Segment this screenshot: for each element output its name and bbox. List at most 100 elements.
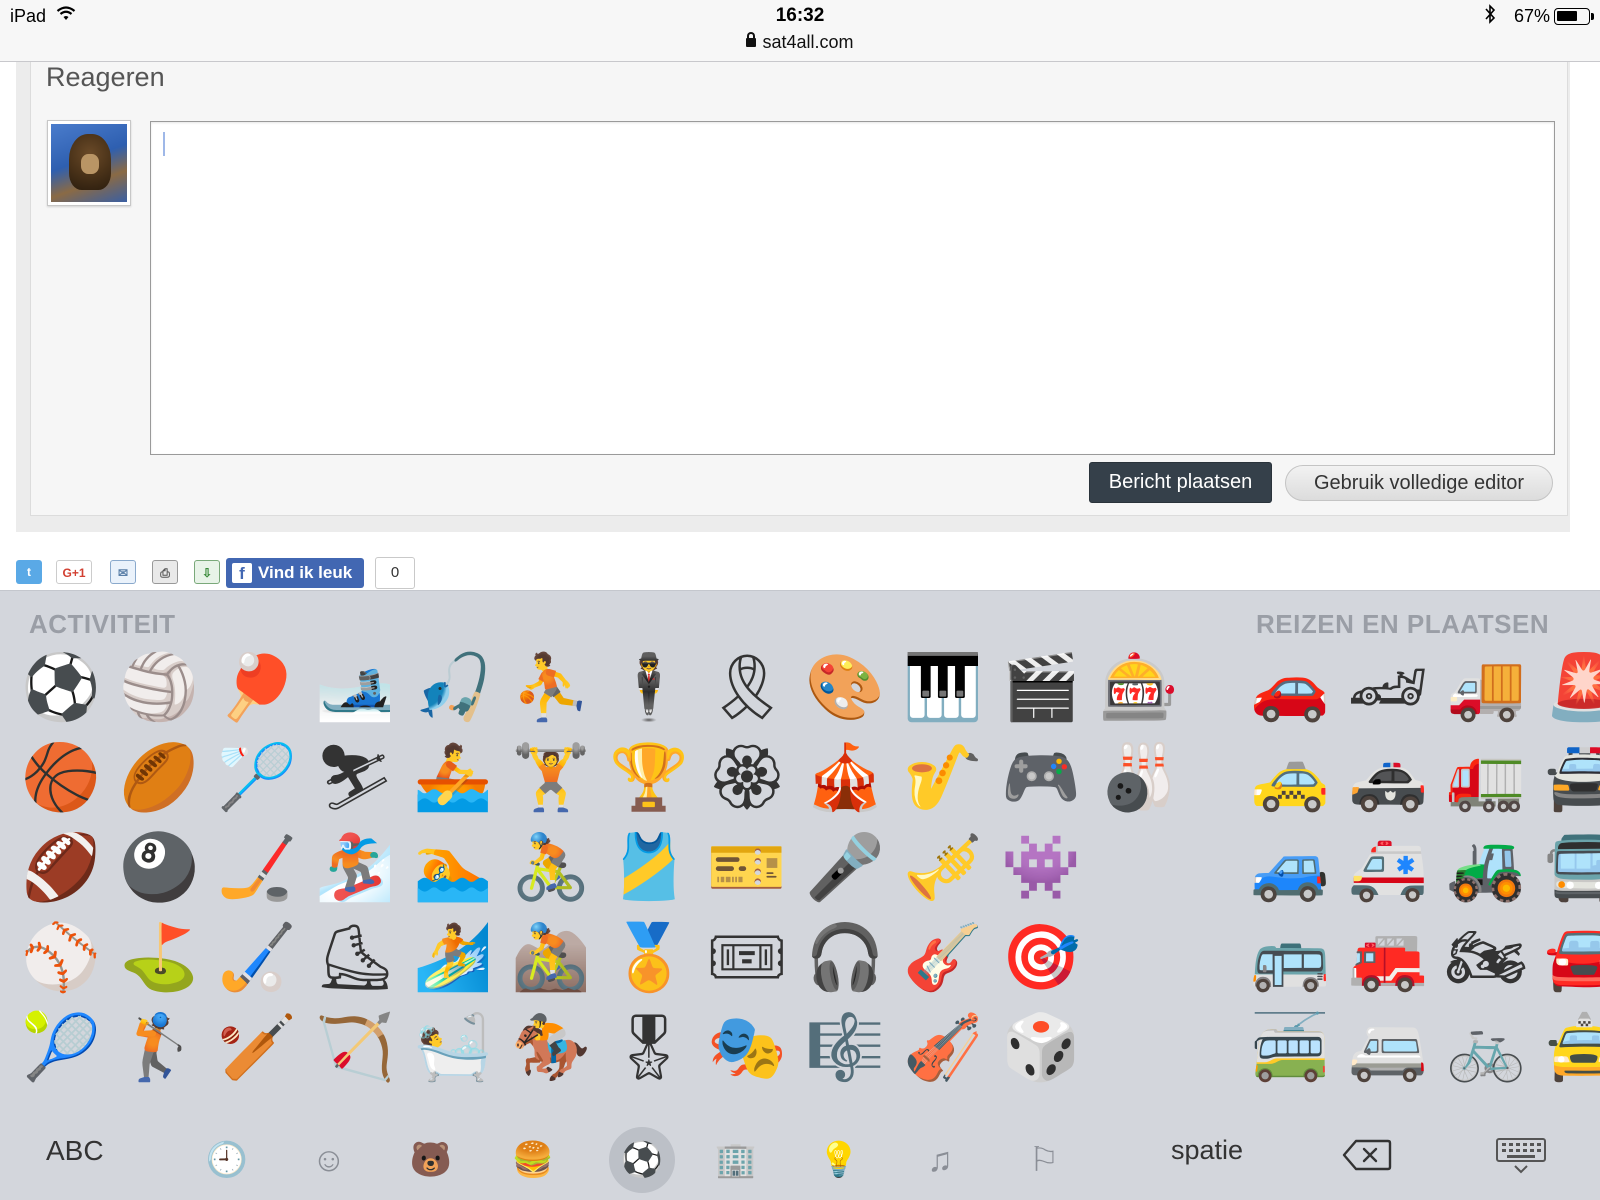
- activity-emoji-key[interactable]: 🚣: [404, 733, 502, 823]
- symbols-icon[interactable]: ♫: [907, 1127, 973, 1193]
- facebook-like-button[interactable]: f Vind ik leuk: [226, 558, 364, 588]
- travel-emoji-key[interactable]: 🚐: [1339, 1003, 1437, 1093]
- activity-emoji-key[interactable]: 🎾: [12, 1003, 110, 1093]
- activity-emoji-key[interactable]: 🎫: [698, 823, 796, 913]
- objects-icon[interactable]: 💡: [806, 1127, 872, 1193]
- activity-emoji-key[interactable]: 🏒: [208, 823, 306, 913]
- activity-emoji-key[interactable]: 🎲: [992, 1003, 1090, 1093]
- activity-emoji-key[interactable]: 🏵: [698, 733, 796, 823]
- activity-emoji-key[interactable]: 🏑: [208, 913, 306, 1003]
- activity-emoji-key[interactable]: 🎮: [992, 733, 1090, 823]
- hide-keyboard-icon[interactable]: [1495, 1137, 1547, 1175]
- travel-emoji-key[interactable]: 🚗: [1241, 643, 1339, 733]
- full-editor-button[interactable]: Gebruik volledige editor: [1285, 465, 1553, 501]
- activity-emoji-key[interactable]: ⚾: [12, 913, 110, 1003]
- activity-emoji-key[interactable]: ⛸: [306, 913, 404, 1003]
- abc-key[interactable]: ABC: [46, 1135, 104, 1167]
- activity-emoji-key[interactable]: 🎬: [992, 643, 1090, 733]
- print-icon[interactable]: ⎙: [152, 560, 178, 584]
- download-icon[interactable]: ⇩: [194, 560, 220, 584]
- activity-emoji-key[interactable]: 👾: [992, 823, 1090, 913]
- travel-emoji-key[interactable]: 🚓: [1339, 733, 1437, 823]
- activity-emoji-key[interactable]: ⛳: [110, 913, 208, 1003]
- backspace-icon[interactable]: [1342, 1139, 1392, 1171]
- activity-emoji-key[interactable]: 🎽: [600, 823, 698, 913]
- activity-emoji-key[interactable]: 🎗: [698, 643, 796, 733]
- animal-icon[interactable]: 🐻: [398, 1127, 464, 1193]
- travel-emoji-key[interactable]: 🚛: [1437, 733, 1535, 823]
- activity-emoji-key[interactable]: 🎖: [600, 1003, 698, 1093]
- activity-emoji-key[interactable]: 🎿: [306, 643, 404, 733]
- travel-emoji-key[interactable]: 🚕: [1241, 733, 1339, 823]
- activity-emoji-key[interactable]: 🎟: [698, 913, 796, 1003]
- space-key[interactable]: spatie: [1171, 1135, 1243, 1166]
- travel-emoji-key[interactable]: 🚍: [1535, 823, 1600, 913]
- mail-icon[interactable]: ✉: [110, 560, 136, 584]
- food-icon[interactable]: 🍔: [500, 1127, 566, 1193]
- recent-icon[interactable]: 🕘: [194, 1127, 260, 1193]
- activity-emoji-key[interactable]: 🎯: [992, 913, 1090, 1003]
- activity-emoji-key[interactable]: ⛹: [502, 643, 600, 733]
- activity-emoji-key[interactable]: 🎼: [796, 1003, 894, 1093]
- activity-emoji-key[interactable]: 🏉: [110, 733, 208, 823]
- activity-emoji-key[interactable]: 🏐: [110, 643, 208, 733]
- activity-emoji-key[interactable]: 🎰: [1090, 643, 1188, 733]
- activity-emoji-key[interactable]: 🚵: [502, 913, 600, 1003]
- activity-emoji-key[interactable]: 🎱: [110, 823, 208, 913]
- reply-textarea[interactable]: [150, 121, 1555, 455]
- travel-emoji-key[interactable]: 🚒: [1339, 913, 1437, 1003]
- activity-emoji-key[interactable]: ⚽: [12, 643, 110, 733]
- travel-emoji-key[interactable]: 🏍: [1437, 913, 1535, 1003]
- activity-emoji-key[interactable]: 🏹: [306, 1003, 404, 1093]
- travel-emoji-key[interactable]: 🏎: [1339, 643, 1437, 733]
- post-reply-button[interactable]: Bericht plaatsen: [1089, 462, 1272, 503]
- travel-emoji-key[interactable]: 🚨: [1535, 643, 1600, 733]
- activity-emoji-key[interactable]: 🏅: [600, 913, 698, 1003]
- travel-emoji-key[interactable]: 🚙: [1241, 823, 1339, 913]
- activity-emoji-key[interactable]: 🏸: [208, 733, 306, 823]
- travel-emoji-key[interactable]: 🚖: [1535, 1003, 1600, 1093]
- activity-icon[interactable]: ⚽: [609, 1127, 675, 1193]
- travel-emoji-key[interactable]: 🚔: [1535, 733, 1600, 823]
- activity-emoji-key[interactable]: 🛀: [404, 1003, 502, 1093]
- activity-emoji-key[interactable]: 🏌: [110, 1003, 208, 1093]
- activity-emoji-key[interactable]: 🏄: [404, 913, 502, 1003]
- google-plus-icon[interactable]: G+1: [56, 560, 92, 584]
- activity-emoji-key[interactable]: 🕴: [600, 643, 698, 733]
- activity-emoji-key[interactable]: 🎧: [796, 913, 894, 1003]
- travel-emoji-key[interactable]: 🚜: [1437, 823, 1535, 913]
- activity-emoji-key[interactable]: 🎨: [796, 643, 894, 733]
- travel-emoji-key[interactable]: 🚑: [1339, 823, 1437, 913]
- activity-emoji-key[interactable]: 🏆: [600, 733, 698, 823]
- activity-emoji-key[interactable]: 🎳: [1090, 733, 1188, 823]
- smiley-icon[interactable]: ☺: [296, 1127, 362, 1193]
- activity-emoji-key[interactable]: 🎺: [894, 823, 992, 913]
- activity-emoji-key[interactable]: 🎤: [796, 823, 894, 913]
- activity-emoji-key[interactable]: ⛷: [306, 733, 404, 823]
- travel-emoji-key[interactable]: 🚲: [1437, 1003, 1535, 1093]
- activity-emoji-key[interactable]: 🏓: [208, 643, 306, 733]
- travel-emoji-key[interactable]: 🚌: [1241, 913, 1339, 1003]
- activity-emoji-key[interactable]: 🎹: [894, 643, 992, 733]
- activity-emoji-key[interactable]: 🚴: [502, 823, 600, 913]
- activity-emoji-key[interactable]: 🎸: [894, 913, 992, 1003]
- activity-emoji-key[interactable]: 🎪: [796, 733, 894, 823]
- travel-icon[interactable]: 🏢: [703, 1127, 769, 1193]
- travel-emoji-key[interactable]: 🚘: [1535, 913, 1600, 1003]
- activity-emoji-key[interactable]: 🏂: [306, 823, 404, 913]
- address-bar[interactable]: sat4all.com: [0, 32, 1600, 53]
- twitter-icon[interactable]: t: [16, 560, 42, 584]
- activity-emoji-key[interactable]: 🎷: [894, 733, 992, 823]
- activity-emoji-key[interactable]: 🎣: [404, 643, 502, 733]
- activity-emoji-key[interactable]: 🎭: [698, 1003, 796, 1093]
- activity-emoji-key[interactable]: 🏇: [502, 1003, 600, 1093]
- activity-emoji-key[interactable]: 🎻: [894, 1003, 992, 1093]
- activity-emoji-key[interactable]: 🏊: [404, 823, 502, 913]
- activity-emoji-key[interactable]: 🏋: [502, 733, 600, 823]
- travel-emoji-key[interactable]: 🚚: [1437, 643, 1535, 733]
- flags-icon[interactable]: ⚐: [1011, 1127, 1077, 1193]
- activity-emoji-key[interactable]: 🏈: [12, 823, 110, 913]
- travel-emoji-key[interactable]: 🚎: [1241, 1003, 1339, 1093]
- activity-emoji-key[interactable]: 🏀: [12, 733, 110, 823]
- activity-emoji-key[interactable]: 🏏: [208, 1003, 306, 1093]
